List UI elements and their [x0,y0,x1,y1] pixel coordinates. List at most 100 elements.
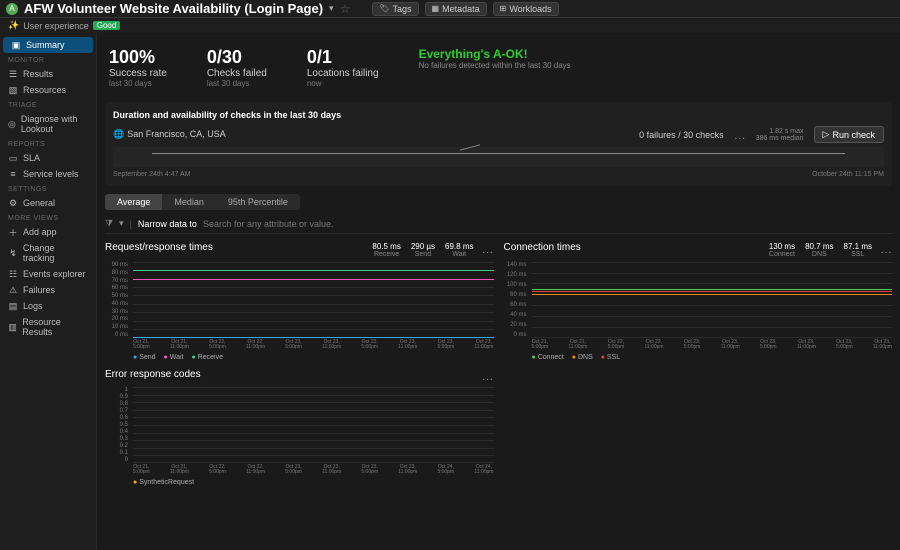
filter-input[interactable] [203,219,892,229]
sla-icon: ▭ [8,153,18,163]
failures-icon: ⚠ [8,285,18,295]
sidebar-label: Results [23,69,53,79]
sidebar-item-results[interactable]: ☰ Results [0,66,96,82]
connection-times-chart: Connection times 130 msConnect 80.7 msDN… [504,242,893,361]
kpi-sublabel: now [307,79,379,88]
more-icon[interactable]: … [880,242,892,256]
tab-p95[interactable]: 95th Percentile [216,194,300,210]
chart-title-text: Connection times [504,242,581,253]
failures-text: 0 failures / 30 checks [639,130,724,140]
legend-connect[interactable]: Connect [532,354,564,361]
duration-heading: Duration and availability of checks in t… [113,110,884,120]
workloads-icon: ⊞ [500,4,507,13]
sidebar-label: Logs [23,301,43,311]
funnel-icon[interactable]: ⧩ [105,218,113,229]
legend-receive[interactable]: Receive [191,354,222,361]
kpi-value: 0/1 [307,47,379,68]
sidebar-section-triage: TRIAGE [0,98,96,111]
sidebar-label: Events explorer [23,269,86,279]
duration-sparkline [113,147,884,167]
sidebar-label: Summary [26,40,65,50]
sidebar-item-service-levels[interactable]: ≡Service levels [0,166,96,182]
metric-label: Send [411,251,435,258]
tab-median[interactable]: Median [162,194,216,210]
plus-icon: ＋ [8,227,18,237]
kpi-sublabel: last 30 days [207,79,267,88]
metric-label: Connect [769,251,795,258]
sidebar-section-monitor: MONITOR [0,53,96,66]
legend-wait[interactable]: Wait [164,354,184,361]
sidebar-item-sla[interactable]: ▭ SLA [0,150,96,166]
metric-ssl: 87.1 ms [844,242,872,251]
median-stat: 386 ms median [756,135,804,142]
resources-icon: ▧ [8,85,18,95]
chevron-down-icon[interactable]: ▾ [119,218,124,229]
sidebar-item-events-explorer[interactable]: ☷Events explorer [0,266,96,282]
sidebar-item-failures[interactable]: ⚠Failures [0,282,96,298]
tags-label: Tags [393,4,412,14]
kpi-sublabel: last 30 days [109,79,167,88]
metadata-label: Metadata [442,4,480,14]
kpi-row: 100% Success rate last 30 days 0/30 Chec… [105,41,892,102]
kpi-label: Success rate [109,68,167,79]
metric-label: SSL [844,251,872,258]
sidebar-label: SLA [23,153,40,163]
tags-pill[interactable]: 🏷 Tags [372,2,418,16]
gear-icon: ⚙ [8,198,18,208]
location-text: San Francisco, CA, USA [127,129,226,139]
workloads-pill[interactable]: ⊞Workloads [493,2,559,16]
star-icon[interactable]: ☆ [340,2,351,16]
kpi-value: 0/30 [207,47,267,68]
legend-ssl[interactable]: SSL [601,354,620,361]
metric-connect: 130 ms [769,242,795,251]
page-title: AFW Volunteer Website Availability (Logi… [24,1,323,16]
metadata-pill[interactable]: ▦Metadata [425,2,487,16]
ux-status-badge: Good [93,21,121,30]
sidebar-label: Service levels [23,169,79,179]
chevron-down-icon[interactable]: ▾ [329,3,334,14]
error-codes-chart: Error response codes … 10.90.80.70.60.50… [105,369,494,486]
sidebar-item-summary[interactable]: ▣Summary [3,37,93,53]
legend-synthetic[interactable]: SyntheticRequest [133,479,194,486]
tab-average[interactable]: Average [105,194,162,210]
globe-icon: 🌐 [113,129,124,139]
spark-end: October 24th 11:15 PM [812,171,884,178]
more-icon[interactable]: … [482,242,494,256]
legend-dns[interactable]: DNS [572,354,593,361]
sidebar-section-more: MORE VIEWS [0,211,96,224]
sidebar-item-change-tracking[interactable]: ↯ Change tracking [0,240,96,266]
sidebar-section-settings: SETTINGS [0,182,96,195]
logs-icon: ▤ [8,301,18,311]
main-content: 100% Success rate last 30 days 0/30 Chec… [97,33,900,550]
kpi-aok: Everything's A-OK! No failures detected … [419,47,571,88]
sidebar-item-logs[interactable]: ▤ Logs [0,298,96,314]
metric-wait: 69.8 ms [445,242,473,251]
chart-title-text: Request/response times [105,242,213,253]
sidebar-label: Add app [23,227,57,237]
metric-label: Wait [445,251,473,258]
sidebar-label: General [23,198,55,208]
sidebar-item-add-app[interactable]: ＋ Add app [0,224,96,240]
request-response-chart: Request/response times 80.5 msReceive 29… [105,242,494,361]
change-icon: ↯ [8,248,18,258]
kpi-locations: 0/1 Locations failing now [307,47,379,88]
more-icon[interactable]: … [734,128,746,142]
more-icon[interactable]: … [482,369,494,383]
diagnose-icon: ◎ [8,119,16,129]
tag-icon: 🏷 [379,4,389,13]
sidebar-label: Resource Results [22,317,88,337]
sidebar-label: Change tracking [23,243,88,263]
sparkle-icon: ✨ [8,20,19,31]
sidebar-item-resources[interactable]: ▧Resources [0,82,96,98]
narrow-label: Narrow data to [138,219,197,229]
kpi-label: Locations failing [307,68,379,79]
sidebar-item-general[interactable]: ⚙ General [0,195,96,211]
legend-send[interactable]: Send [133,354,156,361]
run-check-button[interactable]: ▷Run check [814,126,884,143]
kpi-success: 100% Success rate last 30 days [109,47,167,88]
results-icon: ☰ [8,69,18,79]
sidebar-item-diagnose[interactable]: ◎Diagnose with Lookout [0,111,96,137]
aok-sub: No failures detected within the last 30 … [419,61,571,70]
sidebar-item-resource-results[interactable]: ▥Resource Results [0,314,96,340]
metric-dns: 80.7 ms [805,242,833,251]
